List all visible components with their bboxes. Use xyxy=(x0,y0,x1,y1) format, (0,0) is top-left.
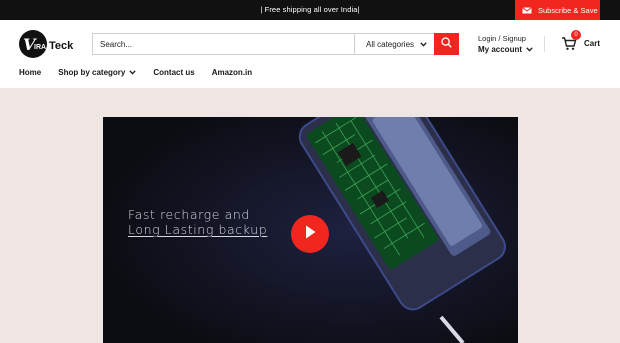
nav-item-label: Shop by category xyxy=(58,68,126,77)
main-nav: Home Shop by category Contact us Amazon.… xyxy=(19,68,252,77)
cart-icon: 0 xyxy=(561,30,581,51)
category-select[interactable]: All categories xyxy=(354,34,434,54)
nav-item-contact-us[interactable]: Contact us xyxy=(153,68,194,77)
login-link[interactable]: Login / Signup xyxy=(478,33,533,44)
chevron-down-icon xyxy=(526,44,533,55)
play-button[interactable] xyxy=(291,215,329,253)
category-select-value: All categories xyxy=(366,39,415,49)
site-header: V IRA Teck All categories Login / Signup… xyxy=(0,20,620,88)
video-caption: Fast recharge and Long Lasting backup xyxy=(128,207,267,237)
subscribe-button[interactable]: Subscribe & Save xyxy=(515,0,600,20)
nav-item-label: Amazon.in xyxy=(211,68,253,77)
caption-line-2: Long Lasting backup xyxy=(128,222,268,237)
hero-video[interactable]: Fast recharge and Long Lasting backup xyxy=(103,117,518,343)
my-account-label: My account xyxy=(478,45,523,54)
caption-line-1: Fast recharge and xyxy=(128,207,250,222)
account-menu: Login / Signup My account xyxy=(478,33,533,55)
nav-item-home[interactable]: Home xyxy=(19,68,41,77)
announcement-bar: | Free shipping all over India| Subscrib… xyxy=(0,0,620,20)
logo-prefix: IRA xyxy=(34,44,46,51)
chevron-down-icon xyxy=(129,68,137,77)
search-button[interactable] xyxy=(434,33,459,55)
header-divider xyxy=(544,36,545,52)
logo-wordmark: Teck xyxy=(49,40,74,52)
nav-item-label: Contact us xyxy=(153,68,195,77)
nav-item-amazon[interactable]: Amazon.in xyxy=(212,68,252,77)
play-icon xyxy=(303,224,317,245)
search-input[interactable] xyxy=(93,34,354,54)
search-bar: All categories xyxy=(92,33,459,55)
search-icon xyxy=(441,35,452,53)
cart-button[interactable]: 0 Cart xyxy=(561,30,601,51)
subscribe-label: Subscribe & Save xyxy=(538,5,598,15)
mail-icon xyxy=(522,6,532,14)
chevron-down-icon xyxy=(420,40,427,49)
nav-item-shop-by-category[interactable]: Shop by category xyxy=(58,68,137,77)
cart-label: Cart xyxy=(584,39,601,48)
cart-count-badge: 0 xyxy=(571,30,581,40)
site-logo[interactable]: V IRA Teck xyxy=(19,29,77,59)
nav-item-label: Home xyxy=(19,68,42,77)
my-account-dropdown[interactable]: My account xyxy=(478,44,533,55)
